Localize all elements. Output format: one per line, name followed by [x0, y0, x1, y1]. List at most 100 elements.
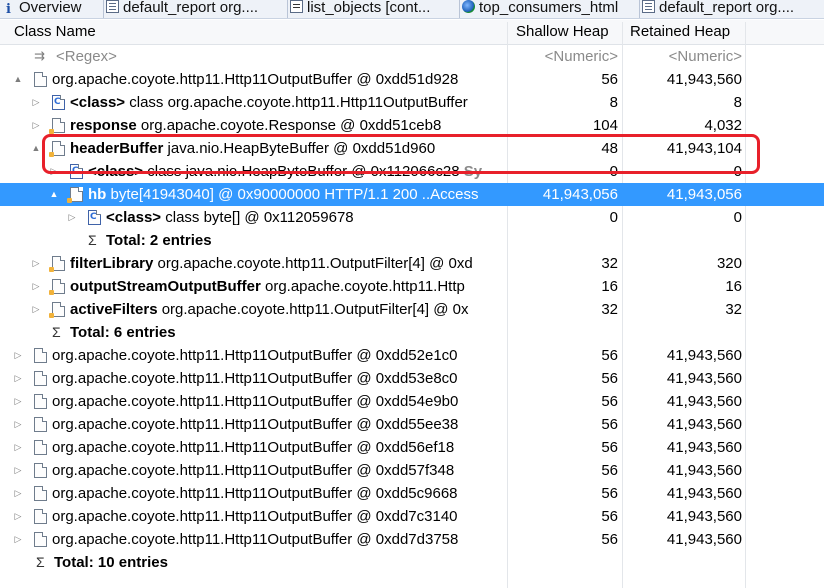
- sigma-icon: Σ: [52, 324, 61, 340]
- table-row[interactable]: ▷ org.apache.coyote.http11.Http11OutputBu…: [0, 528, 824, 551]
- class-name-cell: Total: 10 entries: [54, 551, 507, 574]
- table-row[interactable]: ▲ headerBuffer java.nio.HeapByteBuffer @ …: [0, 137, 824, 160]
- class-icon: [70, 164, 83, 179]
- class-name-cell: response org.apache.coyote.Response @ 0x…: [70, 114, 507, 137]
- retained-filter-input[interactable]: <Numeric>: [626, 45, 742, 68]
- shallow-heap-cell: 56: [601, 485, 618, 502]
- table-row[interactable]: ▷ org.apache.coyote.http11.Http11OutputBu…: [0, 344, 824, 367]
- class-name-cell: <class> class java.nio.HeapByteBuffer @ …: [88, 160, 507, 183]
- table-row[interactable]: ▷ <class> class byte[] @ 0x112059678 0 0: [0, 206, 824, 229]
- retained-heap-cell: 41,943,056: [666, 186, 742, 203]
- editor-tab-bar: i Overview default_report org.... list_ob…: [0, 0, 824, 19]
- shallow-heap-cell: 0: [609, 163, 618, 180]
- collapsed-arrow-icon[interactable]: ▷: [13, 459, 23, 482]
- table-row[interactable]: ▷ outputStreamOutputBuffer org.apache.coy…: [0, 275, 824, 298]
- table-row[interactable]: ▷ org.apache.coyote.http11.Http11OutputBu…: [0, 413, 824, 436]
- class-name-cell: org.apache.coyote.http11.Http11OutputBuf…: [52, 528, 507, 551]
- table-row[interactable]: ▷ filterLibrary org.apache.coyote.http11.…: [0, 252, 824, 275]
- table-row[interactable]: ▷ org.apache.coyote.http11.Http11OutputBu…: [0, 436, 824, 459]
- tab-overview[interactable]: i Overview: [0, 0, 104, 18]
- table-row[interactable]: ▷ response org.apache.coyote.Response @ 0…: [0, 114, 824, 137]
- tab-label: top_consumers_html: [479, 0, 619, 16]
- expanded-arrow-icon[interactable]: ▲: [49, 183, 59, 206]
- retained-heap-cell: 0: [733, 209, 742, 226]
- column-header-shallow-heap[interactable]: Shallow Heap: [516, 20, 620, 44]
- object-label: org.apache.coyote.http11.Http11OutputBuf…: [52, 416, 459, 433]
- field-icon: [49, 256, 65, 272]
- retained-heap-cell: 41,943,560: [666, 370, 742, 387]
- expanded-arrow-icon[interactable]: ▲: [13, 68, 23, 91]
- shallow-heap-cell: 8: [609, 94, 618, 111]
- tab-label: default_report org....: [123, 0, 259, 16]
- table-row[interactable]: ▷ org.apache.coyote.http11.Http11OutputBu…: [0, 482, 824, 505]
- class-name-cell: headerBuffer java.nio.HeapByteBuffer @ 0…: [70, 137, 507, 160]
- collapsed-arrow-icon[interactable]: ▷: [31, 114, 41, 137]
- total-row[interactable]: Σ Total: 6 entries: [0, 321, 824, 344]
- class-name-cell: filterLibrary org.apache.coyote.http11.O…: [70, 252, 507, 275]
- table-row[interactable]: ▷ activeFilters org.apache.coyote.http11.…: [0, 298, 824, 321]
- collapsed-arrow-icon[interactable]: ▷: [13, 482, 23, 505]
- shallow-filter-input[interactable]: <Numeric>: [510, 45, 618, 68]
- total-row[interactable]: Σ Total: 2 entries: [0, 229, 824, 252]
- table-header: Class Name Shallow Heap Retained Heap: [0, 20, 824, 45]
- collapsed-arrow-icon[interactable]: ▷: [13, 413, 23, 436]
- field-icon: [67, 187, 83, 203]
- field-name: <class>: [106, 209, 162, 226]
- collapsed-arrow-icon[interactable]: ▷: [67, 206, 77, 229]
- tab-top-consumers[interactable]: top_consumers_html: [460, 0, 640, 18]
- shallow-heap-cell: 0: [609, 209, 618, 226]
- globe-icon: [462, 0, 475, 13]
- collapsed-arrow-icon[interactable]: ▷: [13, 344, 23, 367]
- table-row[interactable]: ▷ <class> class java.nio.HeapByteBuffer @…: [0, 160, 824, 183]
- class-name-cell: org.apache.coyote.http11.Http11OutputBuf…: [52, 344, 507, 367]
- shallow-heap-cell: 56: [601, 347, 618, 364]
- class-name-cell: org.apache.coyote.http11.Http11OutputBuf…: [52, 482, 507, 505]
- collapsed-arrow-icon[interactable]: ▷: [31, 252, 41, 275]
- file-icon: [34, 417, 47, 432]
- field-icon: [49, 141, 65, 157]
- sigma-icon: Σ: [88, 232, 97, 248]
- retained-heap-cell: 4,032: [704, 117, 742, 134]
- shallow-heap-cell: 56: [601, 416, 618, 433]
- collapsed-arrow-icon[interactable]: ▷: [13, 367, 23, 390]
- collapsed-arrow-icon[interactable]: ▷: [31, 275, 41, 298]
- retained-heap-cell: 16: [725, 278, 742, 295]
- table-row[interactable]: ▷ org.apache.coyote.http11.Http11OutputBu…: [0, 505, 824, 528]
- table-row[interactable]: ▷ <class> class org.apache.coyote.http11.…: [0, 91, 824, 114]
- file-icon: [34, 72, 47, 87]
- collapsed-arrow-icon[interactable]: ▷: [31, 298, 41, 321]
- collapsed-arrow-icon[interactable]: ▷: [31, 91, 41, 114]
- regex-filter-input[interactable]: <Regex>: [56, 45, 496, 68]
- field-name: <class>: [70, 94, 126, 111]
- column-header-class-name[interactable]: Class Name: [14, 20, 494, 44]
- collapsed-arrow-icon[interactable]: ▷: [49, 160, 59, 183]
- object-label: org.apache.coyote.http11.Http11OutputBuf…: [52, 393, 459, 410]
- field-name: Total: 2 entries: [106, 232, 212, 249]
- class-name-cell: org.apache.coyote.http11.Http11OutputBuf…: [52, 367, 507, 390]
- retained-heap-cell: 41,943,560: [666, 439, 742, 456]
- tab-list-objects[interactable]: list_objects [cont...: [288, 0, 460, 18]
- table-row[interactable]: ▷ org.apache.coyote.http11.Http11OutputBu…: [0, 390, 824, 413]
- regex-filter-icon: ⇉: [34, 48, 45, 63]
- total-row[interactable]: Σ Total: 10 entries: [0, 551, 824, 574]
- tab-default-report-2[interactable]: default_report org....: [640, 0, 824, 18]
- class-name-cell: org.apache.coyote.http11.Http11OutputBuf…: [52, 436, 507, 459]
- table-row[interactable]: ▷ org.apache.coyote.http11.Http11OutputBu…: [0, 367, 824, 390]
- retained-heap-cell: [626, 551, 742, 574]
- retained-heap-cell: 41,943,560: [666, 393, 742, 410]
- expanded-arrow-icon[interactable]: ▲: [31, 137, 41, 160]
- collapsed-arrow-icon[interactable]: ▷: [13, 390, 23, 413]
- retained-heap-cell: 8: [733, 94, 742, 111]
- object-label: org.apache.coyote.http11.OutputFilter[4]…: [153, 255, 473, 272]
- table-row[interactable]: ▲ hb byte[41943040] @ 0x90000000 HTTP/1.1…: [0, 183, 824, 206]
- collapsed-arrow-icon[interactable]: ▷: [13, 436, 23, 459]
- table-row[interactable]: ▷ org.apache.coyote.http11.Http11OutputBu…: [0, 459, 824, 482]
- collapsed-arrow-icon[interactable]: ▷: [13, 528, 23, 551]
- retained-heap-cell: 320: [716, 255, 742, 272]
- class-name-cell: <class> class byte[] @ 0x112059678: [106, 206, 507, 229]
- collapsed-arrow-icon[interactable]: ▷: [13, 505, 23, 528]
- tab-default-report-1[interactable]: default_report org....: [104, 0, 288, 18]
- table-row[interactable]: ▲ org.apache.coyote.http11.Http11OutputBu…: [0, 68, 824, 91]
- column-header-retained-heap[interactable]: Retained Heap: [630, 20, 744, 44]
- retained-heap-cell: 41,943,560: [666, 71, 742, 88]
